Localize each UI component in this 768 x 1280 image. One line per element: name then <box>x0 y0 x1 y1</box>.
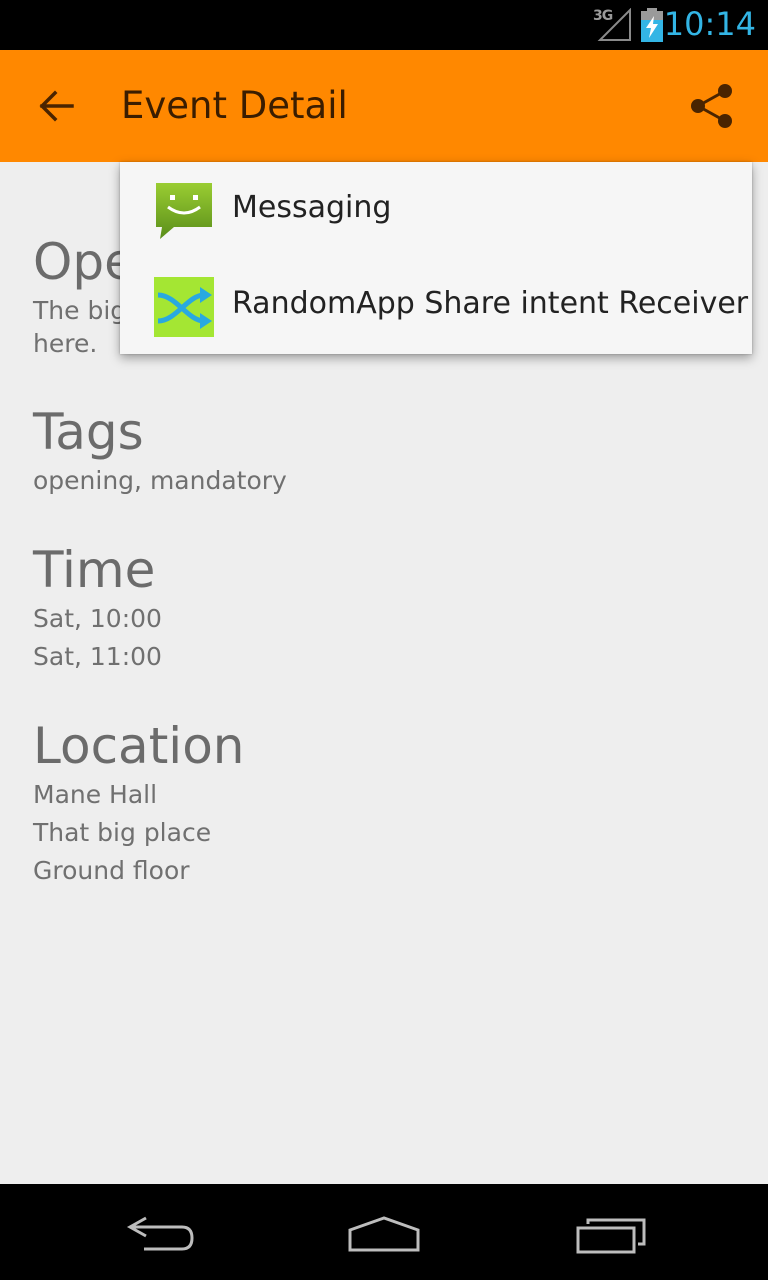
share-popup-menu: Messaging RandomApp Share intent Receive… <box>120 162 752 354</box>
time-end: Sat, 11:00 <box>33 642 162 671</box>
share-option-messaging[interactable]: Messaging <box>120 162 752 258</box>
tags-section: Tags opening, mandatory <box>33 402 287 500</box>
location-values: Mane Hall That big place Ground floor <box>33 776 244 890</box>
status-clock: 10:14 <box>663 5 756 43</box>
nav-back-icon[interactable] <box>124 1214 196 1254</box>
time-title: Time <box>33 541 156 599</box>
back-arrow-icon[interactable] <box>36 86 76 126</box>
share-option-label: Messaging <box>232 190 392 225</box>
share-option-randomapp[interactable]: RandomApp Share intent Receiver <box>120 258 752 354</box>
messaging-app-icon <box>156 183 212 239</box>
location-section: Location Mane Hall That big place Ground… <box>33 716 244 890</box>
shuffle-app-icon <box>154 277 214 337</box>
location-line: That big place <box>33 818 212 847</box>
share-option-label: RandomApp Share intent Receiver <box>232 286 749 321</box>
location-line: Mane Hall <box>33 780 158 809</box>
battery-charging-icon <box>641 8 663 42</box>
tags-value: opening, mandatory <box>33 466 287 495</box>
nav-recent-apps-icon[interactable] <box>574 1216 648 1256</box>
time-values: Sat, 10:00 Sat, 11:00 <box>33 600 162 676</box>
page-title: Event Detail <box>121 84 348 127</box>
status-bar: 3G 10:14 <box>0 0 768 50</box>
location-line: Ground floor <box>33 856 190 885</box>
signal-icon <box>597 8 631 41</box>
time-start: Sat, 10:00 <box>33 604 162 633</box>
share-icon[interactable] <box>688 82 736 130</box>
location-title: Location <box>33 717 245 775</box>
action-bar: Event Detail <box>0 50 768 162</box>
navigation-bar <box>0 1184 768 1280</box>
time-section: Time Sat, 10:00 Sat, 11:00 <box>33 540 162 676</box>
tags-title: Tags <box>33 403 144 461</box>
nav-home-icon[interactable] <box>346 1214 422 1254</box>
